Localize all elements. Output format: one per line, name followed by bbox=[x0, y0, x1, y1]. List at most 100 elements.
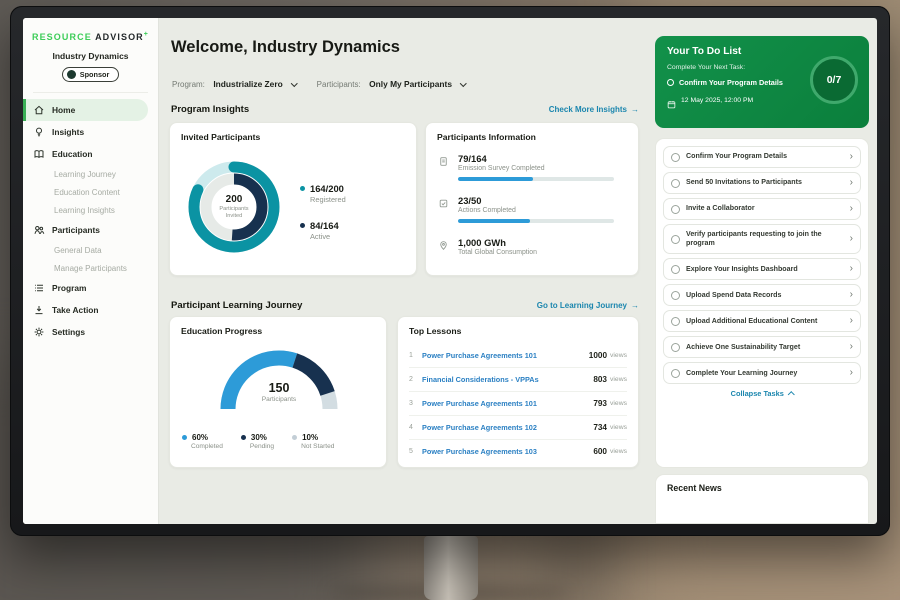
location-pin-icon bbox=[438, 238, 449, 249]
donut-center: 200 Participants Invited bbox=[182, 155, 286, 259]
chevron-right-icon: › bbox=[850, 264, 853, 274]
lesson-row[interactable]: 1 Power Purchase Agreements 101 1000 vie… bbox=[409, 343, 627, 367]
lesson-views: 734 bbox=[593, 423, 607, 432]
sidebar-item-general-data[interactable]: General Data bbox=[23, 241, 158, 259]
card-title: Invited Participants bbox=[181, 132, 260, 142]
checkbox-circle-icon[interactable] bbox=[671, 235, 680, 244]
sidebar-item-take-action[interactable]: Take Action bbox=[23, 299, 158, 321]
todo-due: 12 May 2025, 12:00 PM bbox=[667, 96, 753, 105]
sidebar-item-program[interactable]: Program bbox=[23, 277, 158, 299]
lesson-views-label: views bbox=[610, 352, 627, 359]
check-more-insights-link[interactable]: Check More Insights→ bbox=[549, 105, 639, 114]
legend-completed: 60% Completed bbox=[182, 433, 223, 450]
legend-value: 60% bbox=[192, 433, 208, 442]
task-row[interactable]: Complete Your Learning Journey › bbox=[663, 362, 861, 384]
lesson-row[interactable]: 5 Power Purchase Agreements 103 600 view… bbox=[409, 439, 627, 463]
program-filter[interactable]: Program: Industrialize Zero bbox=[172, 74, 297, 92]
chevron-right-icon: › bbox=[850, 178, 853, 188]
section-title: Participant Learning Journey bbox=[171, 300, 302, 311]
pale-dot-icon bbox=[292, 435, 297, 440]
lesson-link[interactable]: Power Purchase Agreements 101 bbox=[422, 399, 593, 408]
go-to-learning-journey-link[interactable]: Go to Learning Journey→ bbox=[537, 301, 639, 310]
link-label: Check More Insights bbox=[549, 105, 627, 114]
checkbox-circle-icon[interactable] bbox=[671, 317, 680, 326]
participants-filter[interactable]: Participants: Only My Participants bbox=[317, 74, 466, 92]
settings-icon bbox=[33, 326, 45, 338]
task-label: Achieve One Sustainability Target bbox=[686, 343, 844, 352]
lesson-rank: 4 bbox=[409, 424, 422, 431]
gauge-center: 150 Participants bbox=[214, 381, 344, 403]
sidebar-item-label: Learning Journey bbox=[54, 170, 116, 179]
lesson-row[interactable]: 2 Financial Considerations - VPPAs 803 v… bbox=[409, 367, 627, 391]
participants-filter-label: Participants: bbox=[317, 80, 361, 89]
lesson-views-label: views bbox=[610, 400, 627, 407]
sidebar-nav: Home Insights Education Learning Journey… bbox=[23, 99, 158, 343]
legend-label: Registered bbox=[310, 195, 346, 204]
app-logo: RESOURCE ADVISOR+ bbox=[23, 31, 158, 42]
task-row[interactable]: Send 50 Invitations to Participants › bbox=[663, 172, 861, 194]
lesson-link[interactable]: Power Purchase Agreements 101 bbox=[422, 351, 589, 360]
donut-legend: 164/200 Registered 84/164 Active bbox=[300, 183, 346, 257]
sidebar-item-education[interactable]: Education bbox=[23, 143, 158, 165]
chevron-right-icon: › bbox=[850, 204, 853, 214]
chevron-right-icon: › bbox=[850, 316, 853, 326]
lesson-link[interactable]: Power Purchase Agreements 102 bbox=[422, 423, 593, 432]
task-row[interactable]: Explore Your Insights Dashboard › bbox=[663, 258, 861, 280]
sidebar-item-participants[interactable]: Participants bbox=[23, 219, 158, 241]
task-row[interactable]: Upload Spend Data Records › bbox=[663, 284, 861, 306]
sidebar-item-insights[interactable]: Insights bbox=[23, 121, 158, 143]
lesson-views: 803 bbox=[593, 375, 607, 384]
task-label: Explore Your Insights Dashboard bbox=[686, 265, 844, 274]
donut-center-label: Participants Invited bbox=[213, 206, 255, 220]
collapse-tasks-link[interactable]: Collapse Tasks bbox=[663, 389, 861, 398]
sidebar-item-learning-journey[interactable]: Learning Journey bbox=[23, 165, 158, 183]
gauge-center-label: Participants bbox=[214, 396, 344, 403]
lesson-views-label: views bbox=[610, 424, 627, 431]
monitor-stand bbox=[424, 536, 478, 600]
gauge-center-value: 150 bbox=[214, 381, 344, 395]
checkbox-circle-icon[interactable] bbox=[671, 343, 680, 352]
page-title: Welcome, Industry Dynamics bbox=[171, 38, 400, 57]
sidebar-item-learning-insights[interactable]: Learning Insights bbox=[23, 201, 158, 219]
lesson-views: 1000 bbox=[589, 351, 607, 360]
brand-primary: RESOURCE bbox=[32, 32, 92, 42]
task-row[interactable]: Confirm Your Program Details › bbox=[663, 146, 861, 168]
legend-not-started: 10% Not Started bbox=[292, 433, 334, 450]
checkbox-circle-icon[interactable] bbox=[671, 179, 680, 188]
chevron-up-icon bbox=[788, 391, 794, 397]
progress-bar bbox=[458, 219, 614, 223]
lesson-row[interactable]: 4 Power Purchase Agreements 102 734 view… bbox=[409, 415, 627, 439]
learning-journey-header: Participant Learning Journey Go to Learn… bbox=[171, 300, 639, 311]
insights-icon bbox=[33, 126, 45, 138]
sidebar-item-label: Insights bbox=[52, 127, 84, 137]
chevron-right-icon: › bbox=[850, 342, 853, 352]
brand-plus: + bbox=[144, 31, 149, 38]
lesson-row[interactable]: 3 Power Purchase Agreements 101 793 view… bbox=[409, 391, 627, 415]
legend-label: Pending bbox=[250, 443, 274, 450]
task-row[interactable]: Upload Additional Educational Content › bbox=[663, 310, 861, 332]
task-row[interactable]: Achieve One Sustainability Target › bbox=[663, 336, 861, 358]
legend-value: 84/164 bbox=[310, 220, 339, 231]
task-label: Complete Your Learning Journey bbox=[686, 369, 844, 378]
chevron-right-icon: › bbox=[850, 368, 853, 378]
lesson-link[interactable]: Power Purchase Agreements 103 bbox=[422, 447, 593, 456]
task-row[interactable]: Invite a Collaborator › bbox=[663, 198, 861, 220]
sidebar-item-manage-participants[interactable]: Manage Participants bbox=[23, 259, 158, 277]
checkbox-circle-icon[interactable] bbox=[671, 265, 680, 274]
checkbox-circle-icon[interactable] bbox=[671, 153, 680, 162]
org-name: Industry Dynamics bbox=[23, 51, 158, 61]
card-title: Top Lessons bbox=[409, 326, 461, 336]
sidebar-item-settings[interactable]: Settings bbox=[23, 321, 158, 343]
todo-next-task[interactable]: Confirm Your Program Details bbox=[667, 78, 807, 87]
task-row[interactable]: Verify participants requesting to join t… bbox=[663, 224, 861, 254]
lesson-views: 600 bbox=[593, 447, 607, 456]
stat-value: 1,000 GWh bbox=[458, 237, 616, 248]
education-progress-card: Education Progress 150 Participants bbox=[169, 316, 387, 468]
checkbox-circle-icon[interactable] bbox=[671, 205, 680, 214]
checkbox-circle-icon[interactable] bbox=[671, 291, 680, 300]
sidebar-item-education-content[interactable]: Education Content bbox=[23, 183, 158, 201]
lesson-link[interactable]: Financial Considerations - VPPAs bbox=[422, 375, 593, 384]
collapse-tasks-label: Collapse Tasks bbox=[731, 389, 784, 398]
checkbox-circle-icon[interactable] bbox=[671, 369, 680, 378]
sidebar-item-home[interactable]: Home bbox=[23, 99, 148, 121]
